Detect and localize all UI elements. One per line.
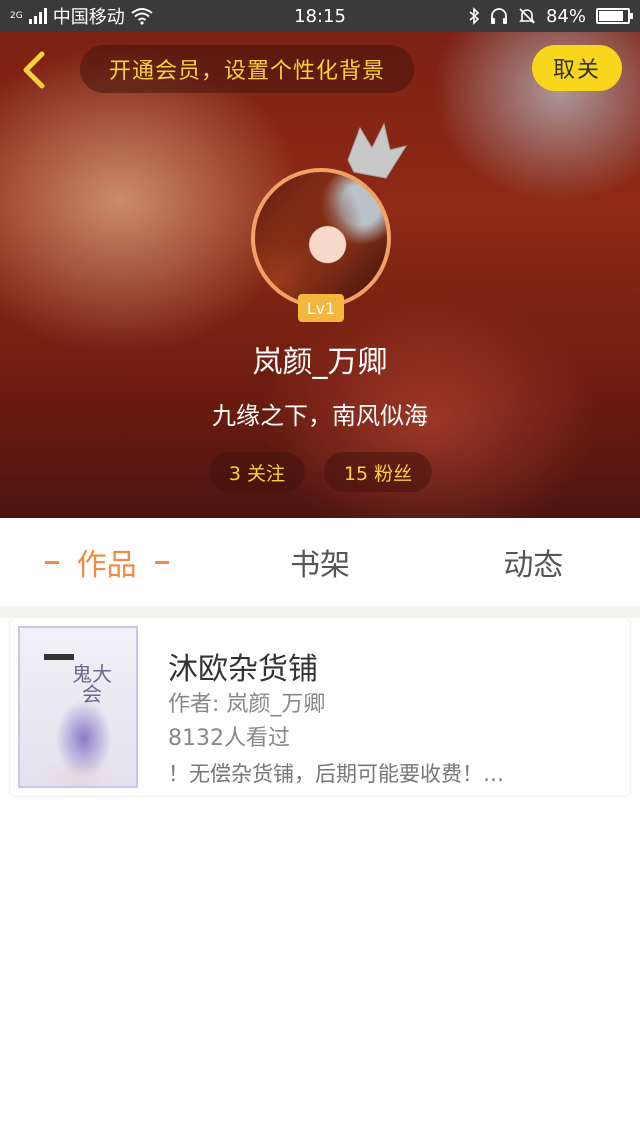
wifi-icon	[131, 8, 153, 25]
tab-bookshelf[interactable]: 书架	[213, 518, 426, 606]
vip-banner[interactable]: 开通会员，设置个性化背景	[80, 45, 414, 93]
bluetooth-icon	[469, 7, 480, 25]
crown-icon	[347, 122, 408, 179]
headphones-icon	[490, 8, 507, 24]
profile-tabs: 作品 书架 动态	[0, 518, 640, 606]
username: 岚颜_万卿	[252, 345, 388, 380]
following-count-button[interactable]: 3 关注	[209, 452, 305, 492]
avatar[interactable]	[251, 168, 391, 308]
level-badge: Lv1	[298, 294, 344, 322]
carrier-name: 中国移动	[52, 7, 125, 28]
user-bio: 九缘之下，南风似海	[212, 402, 428, 430]
book-views: 8132人看过	[168, 726, 290, 751]
section-divider	[0, 606, 640, 618]
active-tab-dash-left	[44, 560, 59, 564]
cover-logo	[44, 654, 74, 660]
tab-bookshelf-label: 书架	[289, 548, 350, 583]
back-button[interactable]	[14, 48, 54, 92]
cover-title: 鬼大会	[72, 662, 112, 706]
book-description: ！无偿杂货铺，后期可能要收费！…	[168, 762, 504, 786]
tab-works-label: 作品	[76, 548, 137, 583]
fans-count-button[interactable]: 15 粉丝	[324, 452, 432, 492]
battery-percent: 84%	[545, 5, 586, 27]
battery-icon	[596, 8, 633, 24]
profile-header: 2G 中国移动 18:15 84% 开通会员，设置个性化背景 取关 Lv1 岚颜…	[0, 0, 640, 518]
active-tab-dash-right	[154, 560, 169, 564]
fans-count-label: 15 粉丝	[343, 462, 413, 485]
book-author: 作者: 岚颜_万卿	[168, 692, 326, 717]
book-cover[interactable]: 鬼大会	[18, 626, 138, 788]
tab-activity-label: 动态	[503, 548, 564, 583]
mute-bell-icon	[519, 8, 535, 24]
book-card[interactable]: 鬼大会 沐欧杂货铺 作者: 岚颜_万卿 8132人看过 ！无偿杂货铺，后期可能要…	[10, 618, 630, 796]
book-title: 沐欧杂货铺	[168, 652, 318, 687]
tab-works[interactable]: 作品	[0, 518, 213, 606]
tab-activity[interactable]: 动态	[427, 518, 640, 606]
following-count-label: 3 关注	[228, 462, 286, 485]
chevron-left-icon	[23, 51, 45, 89]
signal-icon	[28, 8, 47, 24]
status-bar: 2G 中国移动 18:15 84%	[0, 0, 640, 32]
unfollow-button[interactable]: 取关	[532, 45, 622, 91]
network-type: 2G	[10, 11, 23, 21]
